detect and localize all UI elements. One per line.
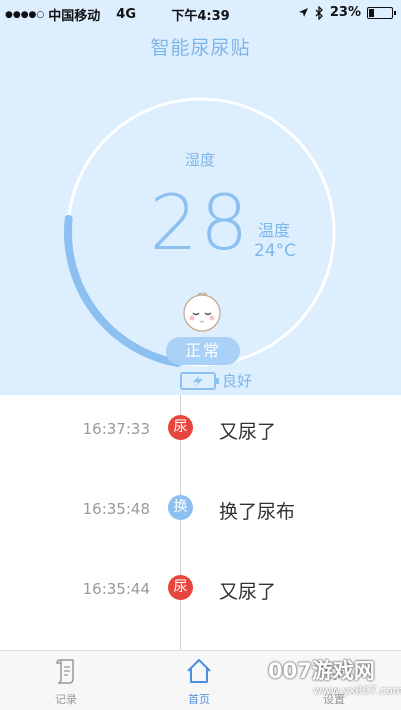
- battery-status-label: 良好: [222, 372, 253, 390]
- event-description: 又尿了: [219, 421, 277, 443]
- event-time: 16:37:33: [82, 420, 150, 438]
- device-battery-icon: [180, 371, 219, 390]
- tab-records[interactable]: 记录: [26, 657, 106, 707]
- event-badge: 换: [168, 495, 193, 520]
- humidity-value: 28: [149, 178, 251, 267]
- event-description: 换了尿布: [219, 501, 296, 523]
- tab-records-label: 记录: [55, 693, 77, 706]
- event-badge: 尿: [168, 575, 193, 600]
- temperature-value: 24°C: [254, 241, 297, 261]
- status-pill: 正常: [166, 337, 240, 365]
- watermark-text: 007游戏网: [268, 659, 375, 683]
- hero-panel: ●●●●○ 中国移动 4G 下午4:39 23% 智能尿尿贴 湿度 28 温度 …: [0, 0, 401, 395]
- watermark-url: www.yx007.com: [313, 684, 401, 697]
- temperature-label: 温度: [258, 221, 291, 240]
- baby-face-icon: [183, 292, 221, 332]
- home-icon: [187, 659, 211, 683]
- timeline-event[interactable]: 16:37:33 尿 又尿了: [0, 413, 401, 443]
- event-badge: 尿: [168, 415, 193, 440]
- device-battery-status: 良好: [180, 370, 252, 391]
- event-timeline: 16:37:33 尿 又尿了 16:35:48 换 换了尿布 16:35:44 …: [0, 395, 401, 650]
- tab-home[interactable]: 首页: [159, 657, 239, 707]
- scroll-icon: [56, 659, 74, 684]
- timeline-event[interactable]: 16:35:48 换 换了尿布: [0, 493, 401, 523]
- event-description: 又尿了: [219, 581, 277, 603]
- tab-home-label: 首页: [188, 693, 210, 706]
- event-time: 16:35:44: [82, 580, 150, 598]
- timeline-event[interactable]: 16:35:44 尿 又尿了: [0, 573, 401, 603]
- event-time: 16:35:48: [82, 500, 150, 518]
- humidity-label: 湿度: [184, 151, 215, 169]
